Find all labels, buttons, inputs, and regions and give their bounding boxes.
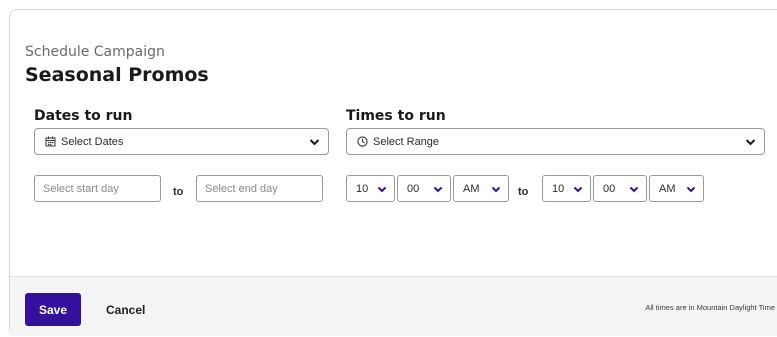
chevron-down-icon <box>309 139 320 146</box>
start-hour-select[interactable]: 10 <box>346 175 395 202</box>
cancel-button[interactable]: Cancel <box>96 293 155 326</box>
select-dates-dropdown[interactable]: Select Dates <box>34 128 329 155</box>
start-period-select[interactable]: AM <box>453 175 509 202</box>
start-day-input[interactable] <box>34 175 161 202</box>
chevron-down-icon <box>377 186 387 193</box>
end-hour-select[interactable]: 10 <box>542 175 591 202</box>
select-range-dropdown[interactable]: Select Range <box>346 128 765 155</box>
times-to-label: to <box>518 186 529 198</box>
end-minute-select[interactable]: 00 <box>593 175 647 202</box>
timezone-note: All times are in Mountain Daylight Time <box>645 303 775 312</box>
clock-icon <box>356 136 368 148</box>
select-range-label: Select Range <box>373 135 440 148</box>
end-hour-value: 10 <box>552 182 565 195</box>
chevron-down-icon <box>629 186 639 193</box>
start-minute-select[interactable]: 00 <box>397 175 451 202</box>
dialog-subtitle: Schedule Campaign <box>25 44 165 60</box>
times-section-label: Times to run <box>346 108 446 124</box>
chevron-down-icon <box>573 186 583 193</box>
chevron-down-icon <box>686 186 696 193</box>
chevron-down-icon <box>491 186 501 193</box>
end-minute-value: 00 <box>603 182 616 195</box>
end-day-input[interactable] <box>196 175 323 202</box>
calendar-icon <box>44 136 56 148</box>
chevron-down-icon <box>433 186 443 193</box>
end-period-value: AM <box>659 182 676 195</box>
select-dates-label: Select Dates <box>61 135 124 148</box>
start-minute-value: 00 <box>407 182 420 195</box>
save-button[interactable]: Save <box>25 293 81 326</box>
end-period-select[interactable]: AM <box>649 175 704 202</box>
start-hour-value: 10 <box>356 182 369 195</box>
dates-to-label: to <box>173 186 184 198</box>
start-period-value: AM <box>463 182 480 195</box>
chevron-down-icon <box>745 139 756 146</box>
campaign-title: Seasonal Promos <box>25 64 209 86</box>
dates-section-label: Dates to run <box>34 108 133 124</box>
